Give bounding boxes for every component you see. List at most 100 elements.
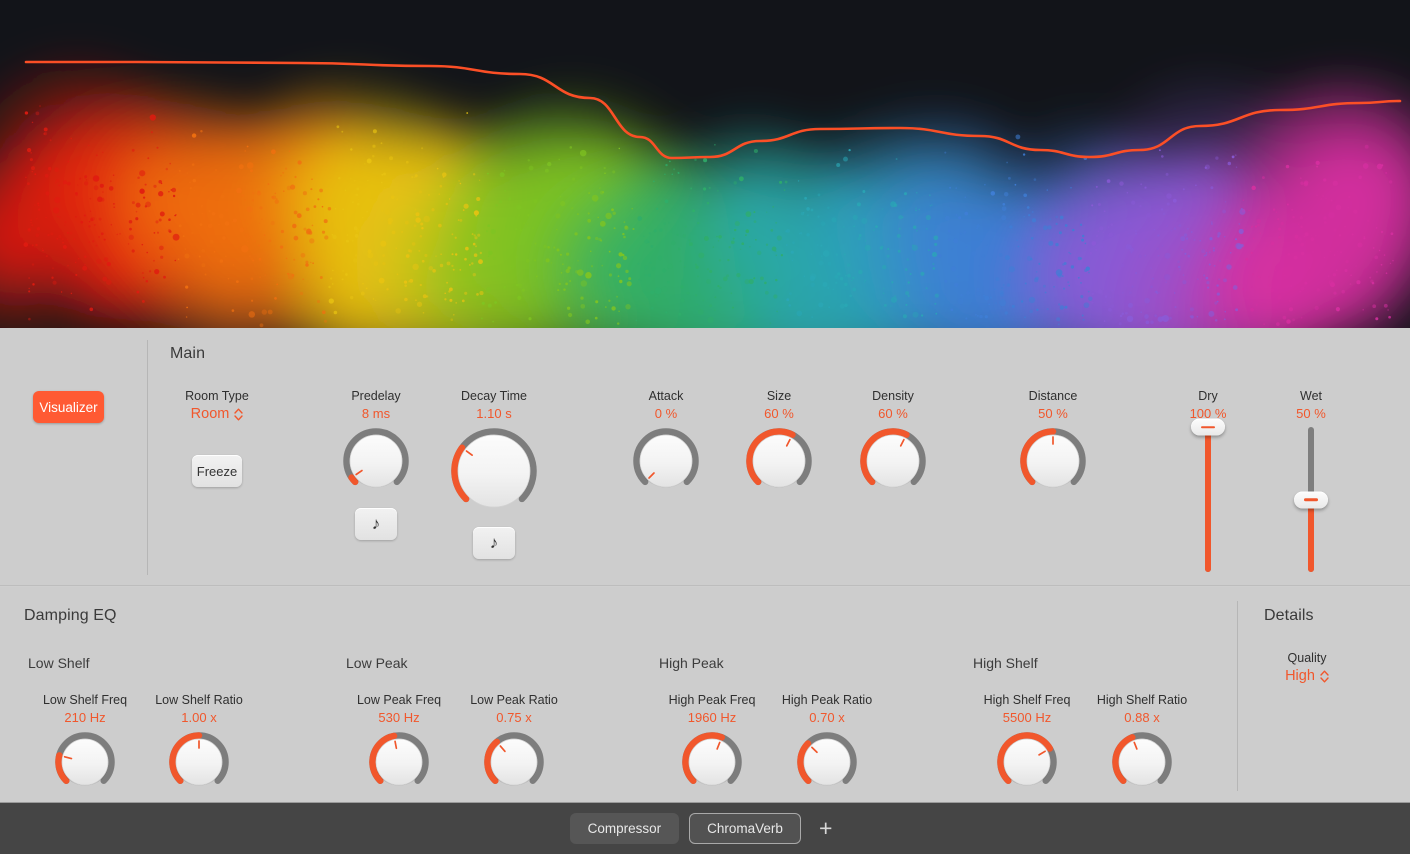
- knob-high-peak-freq[interactable]: [681, 731, 743, 793]
- knob-value: 1960 Hz: [665, 709, 759, 726]
- slider-fill: [1205, 427, 1211, 572]
- knob-low-shelf-freq[interactable]: [54, 731, 116, 793]
- add-plugin-button[interactable]: +: [811, 817, 840, 840]
- knob-graphic[interactable]: [368, 731, 430, 793]
- knob-graphic[interactable]: [342, 427, 410, 495]
- param-low-peak-freq: Low Peak Freq530 Hz: [352, 693, 446, 793]
- param-density: Density60 %: [847, 389, 939, 495]
- freeze-button[interactable]: Freeze: [192, 455, 242, 487]
- plugin-button-compressor[interactable]: Compressor: [570, 813, 680, 844]
- knob-value: 50 %: [1007, 405, 1099, 422]
- param-size: Size 60 %: [733, 389, 825, 495]
- damping-eq-title: Damping EQ: [24, 607, 117, 625]
- slider-track-area[interactable]: [1191, 427, 1225, 572]
- knob-low-peak-freq[interactable]: [368, 731, 430, 793]
- visualizer-button[interactable]: Visualizer: [33, 391, 104, 423]
- knob-label: Low Shelf Freq: [38, 693, 132, 707]
- slider-value: 50 %: [1280, 405, 1342, 422]
- knob-low-peak-ratio[interactable]: [483, 731, 545, 793]
- quality-value: High: [1285, 668, 1315, 685]
- knob-graphic[interactable]: [1019, 427, 1087, 495]
- room-type-label: Room Type: [167, 389, 267, 403]
- param-room-type: Room Type Room: [167, 389, 267, 423]
- knob-value: 1.10 s: [448, 405, 540, 422]
- knob-value: 0.88 x: [1095, 709, 1189, 726]
- knob-label: Size: [733, 389, 825, 403]
- param-low-shelf-ratio: Low Shelf Ratio1.00 x: [152, 693, 246, 793]
- knob-value: 0 %: [620, 405, 712, 422]
- knob-graphic[interactable]: [681, 731, 743, 793]
- knob-label: Low Shelf Ratio: [152, 693, 246, 707]
- knob-graphic[interactable]: [745, 427, 813, 495]
- room-type-value-row: Room: [167, 405, 267, 423]
- quality-value-row: High: [1262, 667, 1352, 685]
- note-sync-button[interactable]: ♪: [355, 508, 397, 540]
- plugin-list: Compressor ChromaVerb: [570, 813, 801, 844]
- knob-value: 60 %: [847, 405, 939, 422]
- details-title: Details: [1264, 607, 1314, 625]
- slider-track-area[interactable]: [1294, 427, 1328, 572]
- chevron-updown-glyph: [1320, 670, 1329, 683]
- knob-graphic[interactable]: [859, 427, 927, 495]
- chevron-updown-icon: [1320, 670, 1329, 683]
- knob-label: Distance: [1007, 389, 1099, 403]
- room-type-value: Room: [191, 406, 230, 423]
- knob-low-shelf-ratio[interactable]: [168, 731, 230, 793]
- visualizer-display[interactable]: [0, 0, 1410, 328]
- knob-attack[interactable]: [632, 427, 700, 495]
- knob-label: High Shelf Ratio: [1095, 693, 1189, 707]
- quality-stepper[interactable]: High: [1285, 668, 1329, 685]
- knob-value: 60 %: [733, 405, 825, 422]
- eq-group-label-low-shelf: Low Shelf: [28, 655, 89, 671]
- knob-label: High Peak Freq: [665, 693, 759, 707]
- plugin-window: Main Visualizer Room Type Room Freeze Pr…: [0, 0, 1410, 854]
- slider-handle[interactable]: [1294, 491, 1328, 508]
- details-vertical-divider: [1237, 601, 1238, 791]
- param-high-peak-ratio: High Peak Ratio0.70 x: [780, 693, 874, 793]
- knob-high-peak-ratio[interactable]: [796, 731, 858, 793]
- knob-graphic[interactable]: [1111, 731, 1173, 793]
- slider-wet: Wet 50 %: [1280, 389, 1342, 572]
- knob-label: High Peak Ratio: [780, 693, 874, 707]
- knob-value: 530 Hz: [352, 709, 446, 726]
- knob-graphic[interactable]: [168, 731, 230, 793]
- param-high-peak-freq: High Peak Freq 1960 Hz: [665, 693, 759, 793]
- eighth-note-icon: ♪: [372, 514, 381, 534]
- knob-label: Low Peak Ratio: [467, 693, 561, 707]
- param-decay-time: Decay Time 1.10 s: [448, 389, 540, 515]
- param-predelay: Predelay8 ms: [330, 389, 422, 495]
- knob-distance[interactable]: [1019, 427, 1087, 495]
- eq-group-label-high-peak: High Peak: [659, 655, 724, 671]
- knob-graphic[interactable]: [450, 427, 538, 515]
- knob-size[interactable]: [745, 427, 813, 495]
- knob-high-shelf-freq[interactable]: [996, 731, 1058, 793]
- visualizer-canvas: [0, 0, 1410, 328]
- knob-graphic[interactable]: [54, 731, 116, 793]
- param-low-peak-ratio: Low Peak Ratio0.75 x: [467, 693, 561, 793]
- knob-graphic[interactable]: [632, 427, 700, 495]
- knob-label: Predelay: [330, 389, 422, 403]
- param-distance: Distance 50 %: [1007, 389, 1099, 495]
- param-high-shelf-ratio: High Shelf Ratio 0.88 x: [1095, 693, 1189, 793]
- knob-graphic[interactable]: [996, 731, 1058, 793]
- knob-label: Attack: [620, 389, 712, 403]
- slider-label: Wet: [1280, 389, 1342, 403]
- note-sync-button[interactable]: ♪: [473, 527, 515, 559]
- plugin-button-chromaverb[interactable]: ChromaVerb: [689, 813, 801, 844]
- knob-density[interactable]: [859, 427, 927, 495]
- main-vertical-divider: [147, 340, 148, 575]
- slider-label: Dry: [1177, 389, 1239, 403]
- knob-predelay[interactable]: [342, 427, 410, 495]
- slider-handle[interactable]: [1191, 419, 1225, 436]
- knob-high-shelf-ratio[interactable]: [1111, 731, 1173, 793]
- eighth-note-icon: ♪: [490, 533, 499, 553]
- param-quality: Quality High: [1262, 651, 1352, 685]
- knob-decay-time[interactable]: [450, 427, 538, 515]
- param-high-shelf-freq: High Shelf Freq5500 Hz: [980, 693, 1074, 793]
- knob-label: Decay Time: [448, 389, 540, 403]
- room-type-stepper[interactable]: Room: [191, 406, 244, 423]
- knob-graphic[interactable]: [483, 731, 545, 793]
- main-section-title: Main: [170, 345, 205, 363]
- slider-dry: Dry100 %: [1177, 389, 1239, 572]
- knob-graphic[interactable]: [796, 731, 858, 793]
